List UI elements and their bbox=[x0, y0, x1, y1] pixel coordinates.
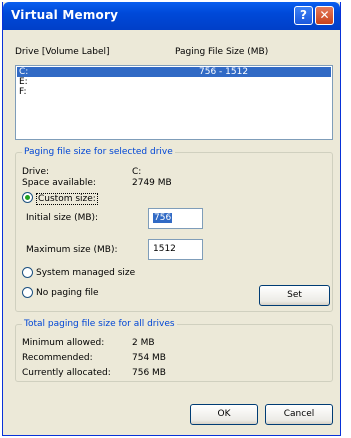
title-bar[interactable]: Virtual Memory ? ✕ bbox=[3, 2, 340, 30]
total-paging-group: Total paging file size for all drives Mi… bbox=[15, 319, 333, 382]
drive-paging-size: 756 - 1512 bbox=[199, 67, 249, 77]
space-available-value: 2749 MB bbox=[132, 178, 172, 188]
custom-size-radio[interactable] bbox=[22, 192, 33, 203]
selected-drive-group: Paging file size for selected drive Driv… bbox=[15, 147, 333, 312]
no-paging-file-radio[interactable] bbox=[22, 287, 33, 298]
minimum-allowed-label: Minimum allowed: bbox=[22, 338, 105, 348]
cancel-button[interactable]: Cancel bbox=[265, 404, 333, 425]
initial-size-value: 756 bbox=[153, 213, 173, 223]
currently-allocated-value: 756 MB bbox=[132, 368, 166, 378]
drive-row-f[interactable]: F: bbox=[17, 87, 331, 97]
recommended-label: Recommended: bbox=[22, 353, 93, 363]
maximum-size-input[interactable]: 1512 bbox=[148, 239, 203, 260]
no-paging-file-label[interactable]: No paging file bbox=[36, 288, 99, 298]
set-button[interactable]: Set bbox=[259, 285, 330, 306]
paging-size-column-header: Paging File Size (MB) bbox=[175, 47, 269, 57]
close-icon: ✕ bbox=[319, 8, 330, 22]
system-managed-label[interactable]: System managed size bbox=[36, 268, 135, 278]
minimum-allowed-value: 2 MB bbox=[132, 338, 155, 348]
window-title: Virtual Memory bbox=[11, 8, 119, 22]
custom-size-label[interactable]: Custom size: bbox=[36, 193, 98, 205]
space-available-label: Space available: bbox=[22, 178, 96, 188]
total-paging-group-title: Total paging file size for all drives bbox=[22, 319, 177, 329]
help-button[interactable]: ? bbox=[294, 6, 313, 25]
virtual-memory-dialog: Virtual Memory ? ✕ Drive [Volume Label] … bbox=[2, 2, 341, 436]
initial-size-input[interactable]: 756 bbox=[148, 208, 203, 229]
initial-size-label: Initial size (MB): bbox=[26, 213, 99, 223]
ok-button[interactable]: OK bbox=[190, 404, 258, 425]
system-managed-radio[interactable] bbox=[22, 267, 33, 278]
drive-row-c[interactable]: C: 756 - 1512 bbox=[17, 67, 331, 77]
drive-letter: E: bbox=[19, 77, 28, 87]
recommended-value: 754 MB bbox=[132, 353, 166, 363]
drive-row-e[interactable]: E: bbox=[17, 77, 331, 87]
drive-list[interactable]: C: 756 - 1512 E: F: bbox=[15, 65, 333, 140]
selected-drive-group-title: Paging file size for selected drive bbox=[22, 147, 175, 157]
currently-allocated-label: Currently allocated: bbox=[22, 368, 111, 378]
drive-label: Drive: bbox=[22, 167, 50, 177]
maximum-size-value: 1512 bbox=[153, 244, 176, 254]
drive-value: C: bbox=[132, 167, 142, 177]
maximum-size-label: Maximum size (MB): bbox=[26, 245, 118, 255]
drive-column-header: Drive [Volume Label] bbox=[15, 47, 110, 57]
close-button[interactable]: ✕ bbox=[315, 6, 334, 25]
drive-letter: F: bbox=[19, 87, 27, 97]
help-icon: ? bbox=[300, 8, 307, 22]
drive-letter: C: bbox=[19, 67, 29, 77]
